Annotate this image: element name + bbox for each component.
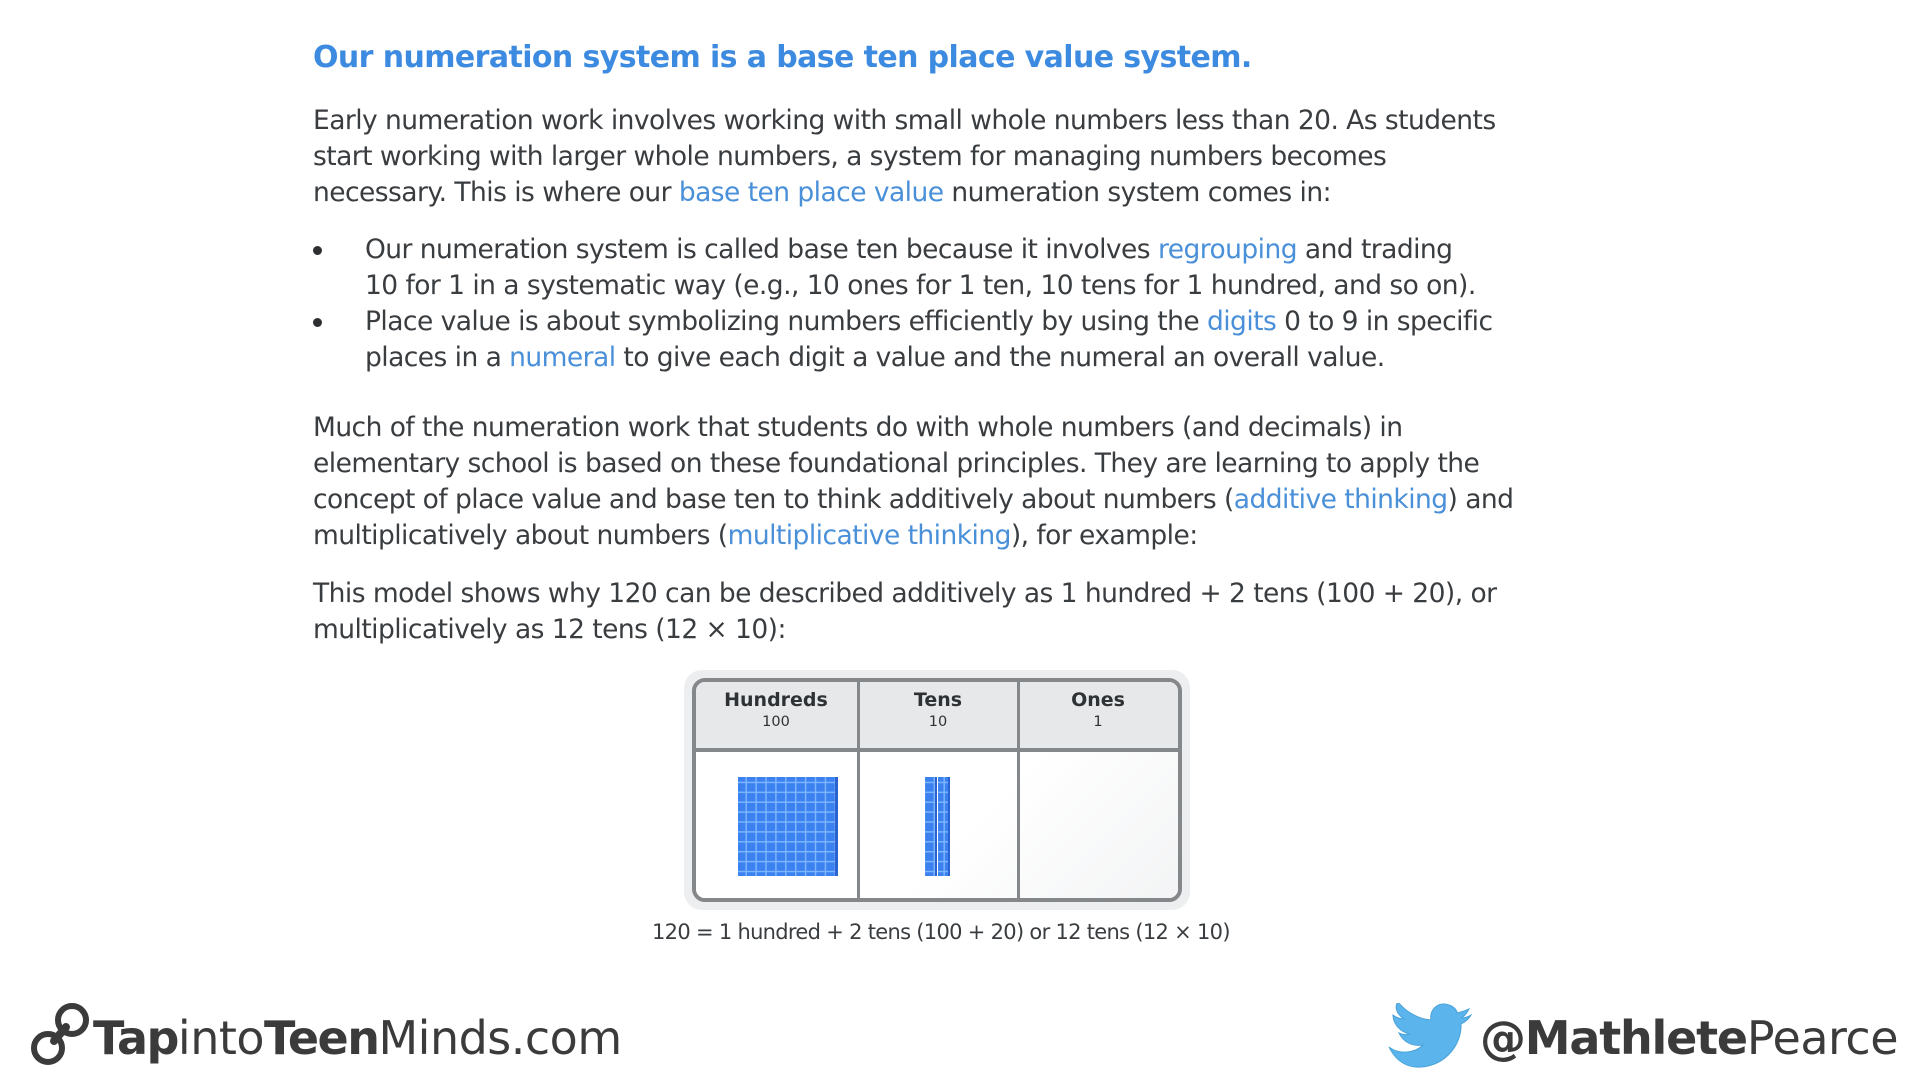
column-divider — [857, 682, 860, 898]
chain-link-icon — [31, 1003, 89, 1065]
text-segment: numeration system comes in: — [943, 177, 1331, 208]
column-name: Tens — [913, 689, 963, 711]
text-line: necessary. This is where our base ten pl… — [313, 175, 1496, 211]
glossary-link[interactable]: numeral — [509, 342, 616, 373]
text-segment: into — [177, 1011, 265, 1065]
hundred-flat-block — [738, 777, 837, 876]
ten-rod-block — [925, 777, 936, 876]
site-name[interactable]: TapintoTeenMinds.com — [93, 1012, 622, 1064]
text-segment: start working with larger whole numbers,… — [313, 141, 1387, 172]
text-line: Place value is about symbolizing numbers… — [365, 304, 1493, 340]
text-segment: ) and — [1447, 484, 1514, 515]
text-line: This model shows why 120 can be describe… — [313, 576, 1497, 612]
column-header-hundreds: Hundreds 100 — [696, 688, 856, 732]
text-segment: Tap — [93, 1011, 179, 1065]
text-line: concept of place value and base ten to t… — [313, 482, 1514, 518]
text-line: places in a numeral to give each digit a… — [365, 340, 1493, 376]
text-segment: multiplicatively about numbers ( — [313, 520, 728, 551]
column-name: Hundreds — [724, 689, 828, 711]
text-segment: Teen — [264, 1011, 380, 1065]
column-header-tens: Tens 10 — [858, 688, 1018, 732]
text-segment: ), for example: — [1010, 520, 1198, 551]
column-header-ones: Ones 1 — [1018, 688, 1178, 732]
text-line: start working with larger whole numbers,… — [313, 139, 1496, 175]
bullet-text: Place value is about symbolizing numbers… — [365, 304, 1493, 376]
glossary-link[interactable]: additive thinking — [1234, 484, 1448, 515]
twitter-handle[interactable]: @MathletePearce — [1480, 1011, 1899, 1065]
text-segment: elementary school is based on these foun… — [313, 448, 1480, 479]
text-line: Much of the numeration work that student… — [313, 410, 1513, 446]
text-segment: Our numeration system is called base ten… — [365, 234, 1158, 265]
bullet-dot-icon — [313, 318, 322, 327]
text-segment: Place value is about symbolizing numbers… — [365, 306, 1207, 337]
text-segment: 0 to 9 in specific — [1276, 306, 1493, 337]
place-value-chart: Hundreds 100 Tens 10 Ones 1 — [692, 678, 1182, 902]
text-segment: and trading — [1297, 234, 1453, 265]
text-segment: multiplicatively as 12 tens (12 × 10): — [313, 614, 786, 645]
text-segment: Minds.com — [378, 1011, 622, 1065]
text-segment: 10 for 1 in a systematic way (e.g., 10 o… — [365, 270, 1476, 301]
glossary-link[interactable]: digits — [1207, 306, 1277, 337]
block-edge — [835, 777, 838, 876]
intro-paragraph: Early numeration work involves working w… — [313, 103, 1496, 211]
glossary-link[interactable]: base ten place value — [679, 177, 944, 208]
principles-paragraph: Much of the numeration work that student… — [313, 410, 1514, 554]
block-edge — [935, 777, 937, 876]
column-divider — [1017, 682, 1020, 898]
text-segment: concept of place value and base ten to t… — [313, 484, 1234, 515]
column-value: 100 — [762, 714, 790, 730]
model-paragraph: This model shows why 120 can be describe… — [313, 576, 1497, 648]
place-value-header-row: Hundreds 100 Tens 10 Ones 1 — [696, 682, 1178, 752]
column-value: 10 — [928, 714, 948, 730]
text-segment: places in a — [365, 342, 510, 373]
text-segment: @Mathlete — [1480, 1011, 1748, 1065]
column-value: 1 — [1093, 714, 1103, 730]
text-line: multiplicatively about numbers (multipli… — [313, 518, 1513, 554]
text-line: multiplicatively as 12 tens (12 × 10): — [313, 612, 1496, 648]
text-segment: Much of the numeration work that student… — [313, 412, 1403, 443]
bullet-text: Our numeration system is called base ten… — [365, 232, 1476, 304]
chart-caption: 120 = 1 hundred + 2 tens (100 + 20) or 1… — [652, 920, 1231, 944]
twitter-bird-icon — [1388, 1003, 1473, 1068]
page-title: Our numeration system is a base ten plac… — [313, 40, 1252, 75]
bullet-dot-icon — [313, 246, 322, 255]
site-logo — [22, 998, 92, 1074]
column-name: Ones — [1071, 689, 1125, 711]
text-line: Our numeration system is called base ten… — [365, 232, 1476, 268]
text-segment: to give each digit a value and the numer… — [615, 342, 1385, 373]
text-line: 10 for 1 in a systematic way (e.g., 10 o… — [365, 268, 1476, 304]
text-segment: Early numeration work involves working w… — [313, 105, 1496, 136]
text-segment: Pearce — [1746, 1011, 1899, 1065]
base-ten-blocks — [738, 777, 950, 876]
glossary-link[interactable]: multiplicative thinking — [728, 520, 1012, 551]
text-line: Early numeration work involves working w… — [313, 103, 1496, 139]
glossary-link[interactable]: regrouping — [1158, 234, 1298, 265]
text-segment: necessary. This is where our — [313, 177, 679, 208]
place-value-body-row — [696, 752, 1178, 898]
block-edge — [948, 777, 950, 876]
text-segment: This model shows why 120 can be describe… — [313, 578, 1497, 609]
text-line: elementary school is based on these foun… — [313, 446, 1513, 482]
ten-rod-block — [938, 777, 949, 876]
